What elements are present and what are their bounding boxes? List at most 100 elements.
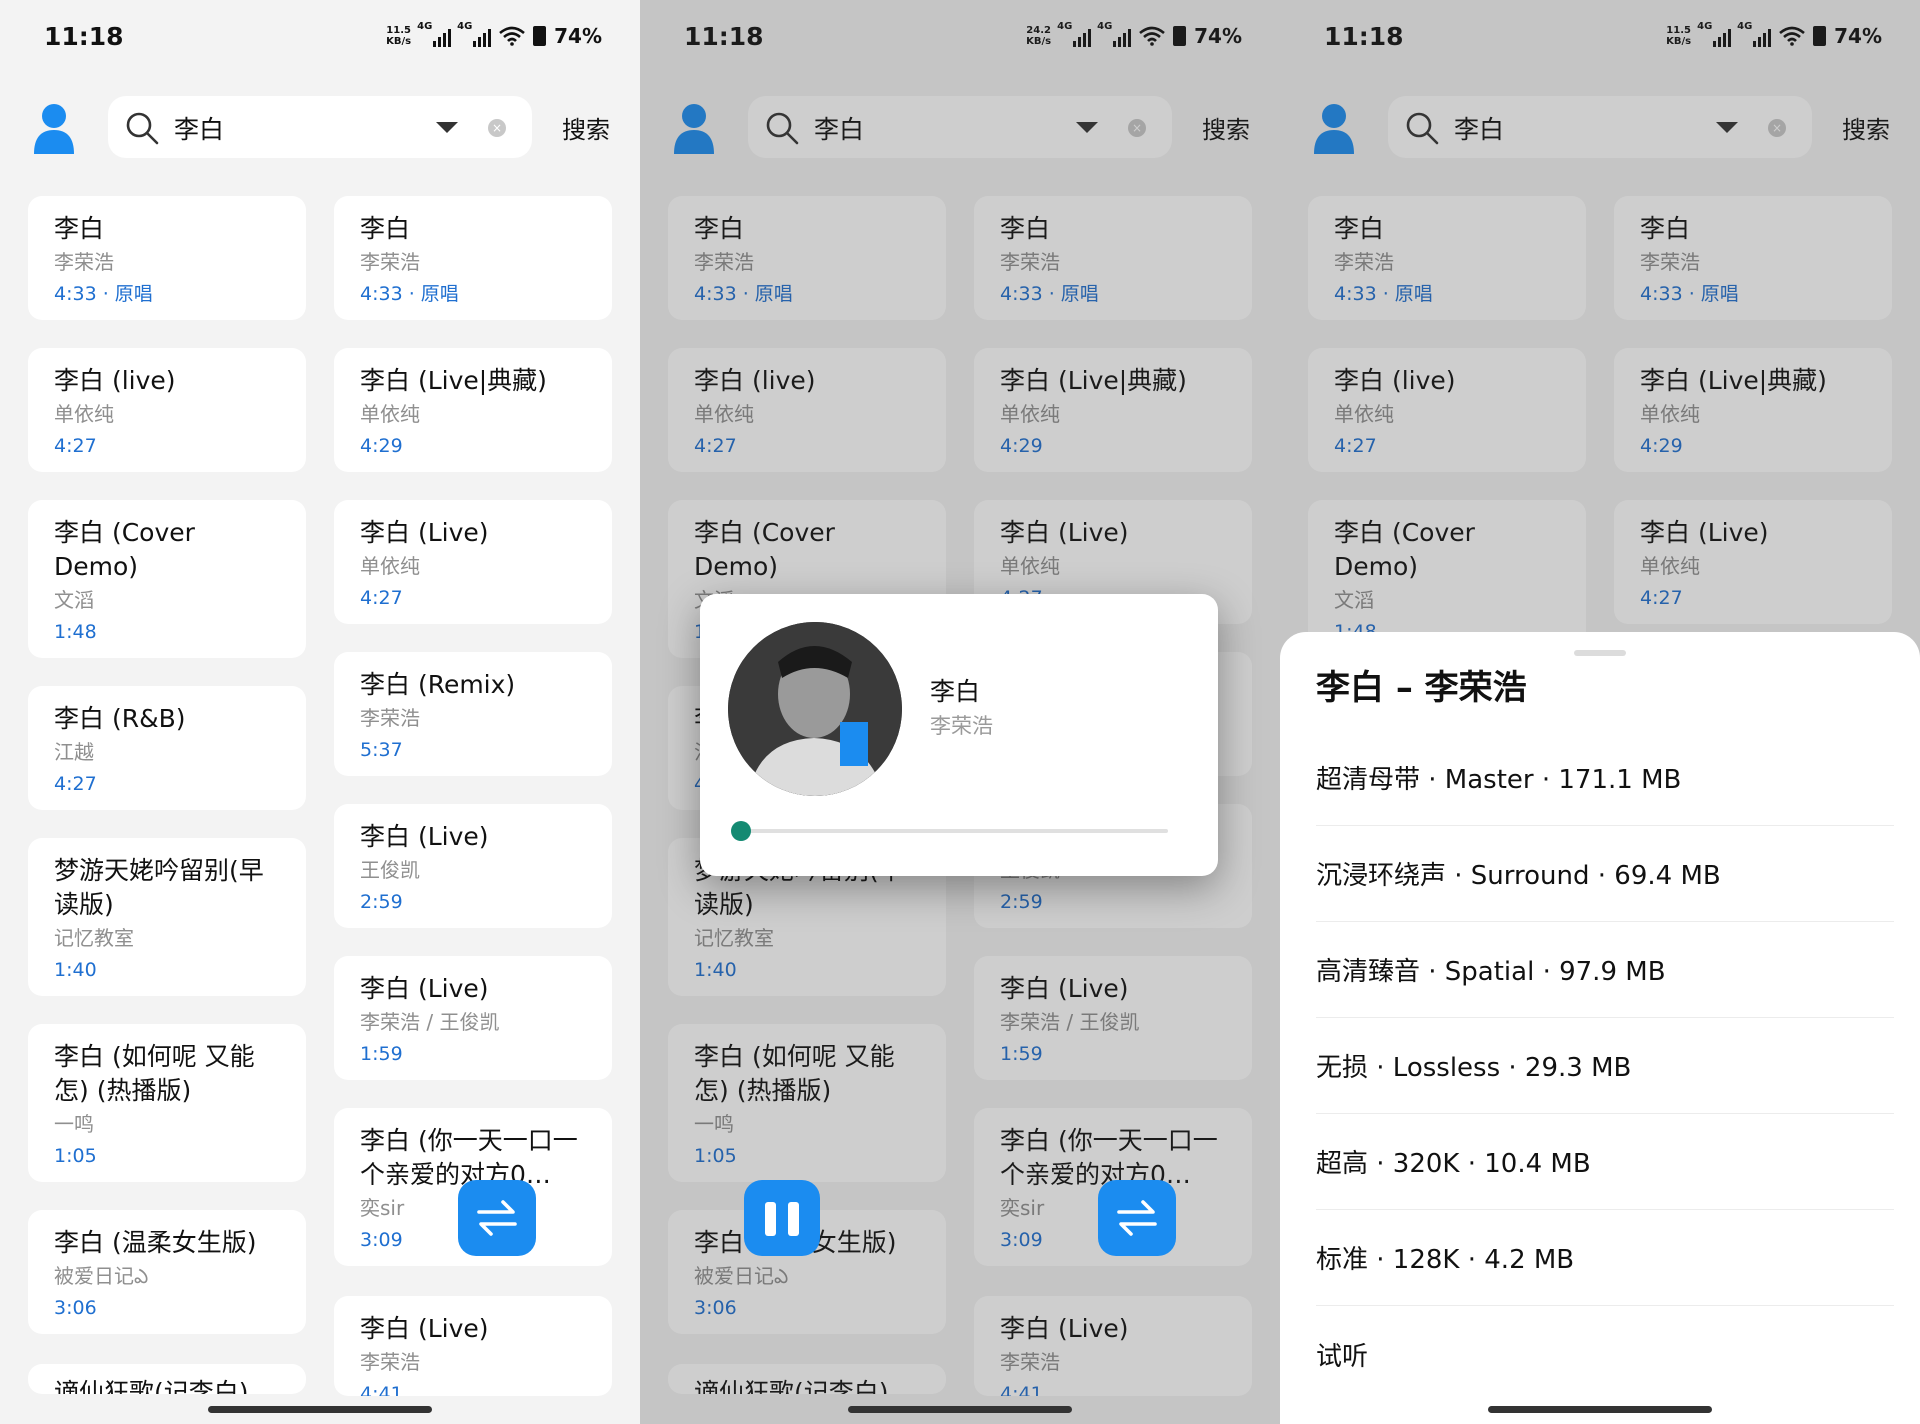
song-title: 李白 (Remix): [360, 670, 516, 699]
song-title: 李白 (Live): [360, 974, 489, 1003]
sheet-drag-handle[interactable]: [1574, 650, 1626, 656]
user-avatar-icon[interactable]: [32, 102, 76, 154]
search-button[interactable]: 搜索: [562, 110, 610, 145]
song-artist: 王俊凯: [360, 858, 420, 882]
quality-bottom-sheet: 李白 – 李荣浩 超清母带 · Master · 171.1 MB 沉浸环绕声 …: [1280, 632, 1920, 1424]
song-artist: 单依纯: [360, 402, 420, 426]
song-artist: 一鸣: [54, 1112, 94, 1136]
status-bar: 11:18 11.5 KB/s 4G 4G 74%: [0, 0, 640, 80]
song-card[interactable]: 李白 (live) 单依纯 4:27: [28, 348, 306, 472]
song-meta: 2:59: [360, 891, 403, 913]
song-meta: 1:40: [54, 959, 97, 981]
song-card[interactable]: 李白 (Remix) 李荣浩 5:37: [334, 652, 612, 776]
sheet-title: 李白 – 李荣浩: [1316, 668, 1527, 708]
search-results-screen: 11:18 11.5 KB/s 4G 4G 74% 李白 × 搜索 李白李荣浩 4:…: [0, 0, 640, 1424]
signal-icon: 4G: [417, 21, 452, 47]
pause-icon: [788, 1202, 799, 1236]
switch-source-button[interactable]: [458, 1180, 536, 1256]
song-artist: 李荣浩: [360, 250, 420, 274]
quality-select-screen: 11:18 11.5 KB/s 4G 4G 74% 李白 × 搜索 李白 李荣浩 4:…: [1280, 0, 1920, 1424]
song-artist: 李荣浩: [360, 1350, 420, 1374]
swap-arrows-icon: [1117, 1200, 1157, 1236]
song-card[interactable]: 李白 李荣浩 4:33 · 原唱: [28, 196, 306, 320]
song-title: 李白: [54, 214, 105, 243]
quality-option-spatial[interactable]: 高清臻音 · Spatial · 97.9 MB: [1316, 922, 1894, 1018]
song-title: 李白 (Live): [360, 518, 489, 547]
song-title: 李白 (Live): [360, 1314, 489, 1343]
status-icons: 11.5 KB/s 4G 4G 74%: [386, 21, 602, 48]
wifi-icon: [499, 26, 525, 46]
home-indicator[interactable]: [208, 1406, 432, 1413]
swap-arrows-icon: [477, 1200, 517, 1236]
switch-source-button[interactable]: [1098, 1180, 1176, 1256]
song-card[interactable]: 李白 (Cover Demo) 文滔 1:48: [28, 500, 306, 658]
song-title: 李白 (R&B): [54, 704, 186, 733]
song-title: 李白 (Live|典藏): [360, 366, 547, 395]
song-card[interactable]: 李白 (如何呢 又能怎) (热播版) 一鸣 1:05: [28, 1024, 306, 1182]
song-title: 李白 (如何呢 又能怎) (热播版): [54, 1042, 255, 1105]
quality-option-lossless[interactable]: 无损 · Lossless · 29.3 MB: [1316, 1018, 1894, 1114]
song-card[interactable]: 李白 (Live) 李荣浩 / 王俊凯 1:59: [334, 956, 612, 1080]
song-card[interactable]: 梦游天姥吟留别(早读版) 记忆教室 1:40: [28, 838, 306, 996]
song-meta: 4:27: [54, 773, 97, 795]
song-card[interactable]: 李白 (Live) 单依纯 4:27: [334, 500, 612, 624]
song-card[interactable]: 李白 (Live|典藏) 单依纯 4:29: [334, 348, 612, 472]
song-title: 谪仙狂歌(记李白): [54, 1378, 249, 1394]
search-bar-row: 李白 × 搜索: [0, 96, 640, 160]
progress-track[interactable]: [742, 829, 1168, 833]
network-speed: 11.5 KB/s: [386, 25, 412, 47]
song-card[interactable]: 李白 (R&B) 江越 4:27: [28, 686, 306, 810]
battery-icon: [533, 26, 547, 46]
quality-option-preview[interactable]: 试听: [1316, 1306, 1894, 1402]
song-artist: 被爱日记ఎ: [54, 1264, 149, 1288]
song-card[interactable]: 李白 (温柔女生版) 被爱日记ఎ 3:06: [28, 1210, 306, 1334]
artist-portrait-icon: [728, 622, 902, 796]
signal-icon: 4G: [457, 21, 492, 47]
song-meta: 4:29: [360, 435, 403, 457]
pause-button[interactable]: [744, 1180, 820, 1256]
song-card[interactable]: 李白 (Live) 李荣浩 4:41: [334, 1296, 612, 1396]
now-playing-popup[interactable]: 李白 李荣浩: [700, 594, 1218, 876]
song-meta: 1:59: [360, 1043, 403, 1065]
search-icon: [126, 112, 159, 145]
song-title: 梦游天姥吟留别(早读版): [54, 856, 264, 919]
song-meta: 4:27: [360, 587, 403, 609]
status-time: 11:18: [44, 22, 124, 51]
clear-icon[interactable]: ×: [488, 119, 506, 137]
song-meta: 1:05: [54, 1145, 97, 1167]
quality-option-320k[interactable]: 超高 · 320K · 10.4 MB: [1316, 1114, 1894, 1210]
progress-handle[interactable]: [731, 821, 751, 841]
song-title: 李白 (live): [54, 366, 176, 395]
song-card[interactable]: 李白 (Live) 王俊凯 2:59: [334, 804, 612, 928]
search-input[interactable]: 李白: [174, 110, 224, 146]
search-box[interactable]: 李白 ×: [108, 96, 532, 158]
song-meta: 4:33 · 原唱: [360, 283, 459, 305]
battery-percent: 74%: [554, 24, 602, 48]
screenshot-stage: 11:18 11.5 KB/s 4G 4G 74% 李白 × 搜索 李白 李荣浩 4:…: [0, 0, 1920, 1424]
pause-icon: [765, 1202, 776, 1236]
song-card[interactable]: 李白李荣浩 4:33 · 原唱: [334, 196, 612, 320]
song-meta: 4:27: [54, 435, 97, 457]
player-artist: 李荣浩: [930, 714, 993, 738]
quality-option-128k[interactable]: 标准 · 128K · 4.2 MB: [1316, 1210, 1894, 1306]
song-artist: 李荣浩 / 王俊凯: [360, 1010, 500, 1034]
quality-option-surround[interactable]: 沉浸环绕声 · Surround · 69.4 MB: [1316, 826, 1894, 922]
search-results-screen-playing: 11:18 24.2 KB/s 4G 4G 74% 李白 × 搜索 李白 李荣浩 4:…: [640, 0, 1280, 1424]
quality-option-master[interactable]: 超清母带 · Master · 171.1 MB: [1316, 730, 1894, 826]
song-title: 李白 (Live): [360, 822, 489, 851]
chevron-down-icon[interactable]: [436, 122, 458, 133]
song-artist: 李荣浩: [54, 250, 114, 274]
song-artist: 记忆教室: [54, 926, 134, 950]
home-indicator[interactable]: [848, 1406, 1072, 1413]
song-title: 李白: [360, 214, 411, 243]
song-meta: 5:37: [360, 739, 403, 761]
song-artist: 单依纯: [360, 554, 420, 578]
song-artist: 单依纯: [54, 402, 114, 426]
album-cover-image[interactable]: [728, 622, 902, 796]
player-song-title: 李白: [930, 677, 981, 706]
song-meta: 4:41: [360, 1383, 403, 1396]
song-artist: 江越: [54, 740, 94, 764]
song-card[interactable]: 谪仙狂歌(记李白): [28, 1364, 306, 1394]
song-artist: 李荣浩: [360, 706, 420, 730]
home-indicator[interactable]: [1488, 1406, 1712, 1413]
